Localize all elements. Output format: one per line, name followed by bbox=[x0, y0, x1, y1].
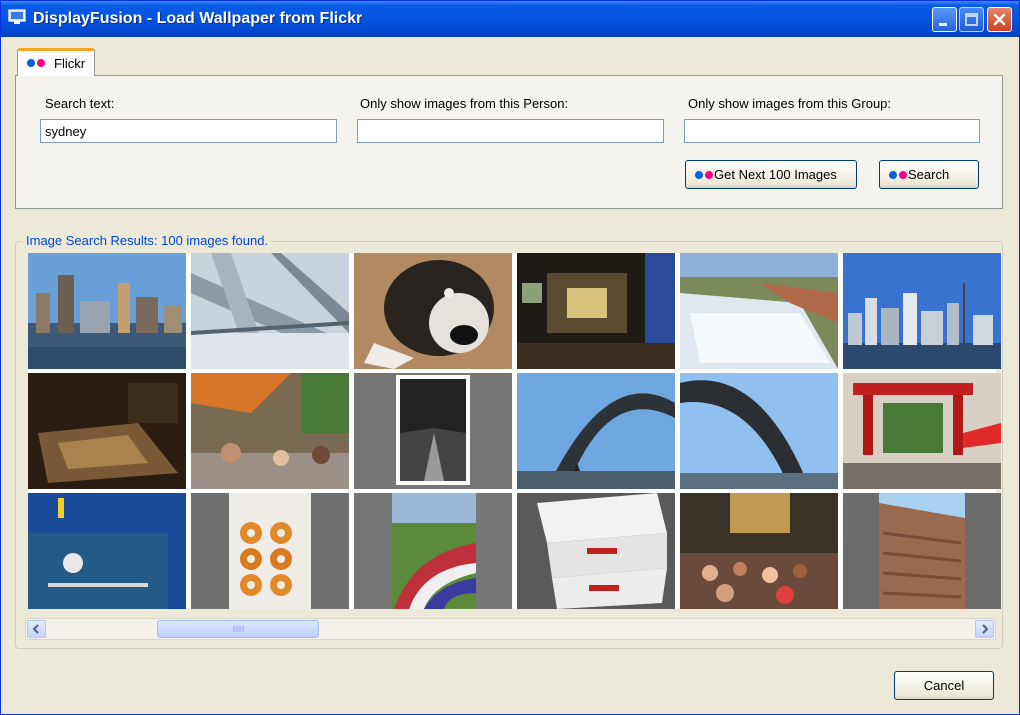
group-label: Only show images from this Group: bbox=[688, 96, 892, 111]
person-label: Only show images from this Person: bbox=[360, 96, 569, 111]
person-input[interactable] bbox=[357, 119, 664, 143]
window-title: DisplayFusion - Load Wallpaper from Flic… bbox=[33, 10, 363, 27]
flickr-logo-icon bbox=[695, 171, 713, 179]
image-thumbnail[interactable] bbox=[843, 493, 1001, 609]
minimize-button[interactable] bbox=[932, 7, 957, 32]
group-input[interactable] bbox=[684, 119, 980, 143]
arrow-right-icon bbox=[982, 624, 989, 634]
title-bar[interactable]: DisplayFusion - Load Wallpaper from Flic… bbox=[1, 1, 1019, 37]
close-icon bbox=[993, 13, 1006, 26]
maximize-icon bbox=[965, 13, 978, 26]
image-thumbnail[interactable] bbox=[843, 373, 1001, 489]
scroll-left-button[interactable] bbox=[27, 620, 46, 638]
search-button-label: Search bbox=[908, 167, 950, 182]
image-thumbnail[interactable] bbox=[517, 373, 675, 489]
close-button[interactable] bbox=[987, 7, 1012, 32]
image-thumbnail[interactable] bbox=[354, 493, 512, 609]
arrow-left-icon bbox=[32, 624, 39, 634]
image-thumbnail[interactable] bbox=[517, 493, 675, 609]
monitor-icon bbox=[8, 9, 26, 24]
image-grid bbox=[28, 253, 1001, 609]
cancel-button[interactable]: Cancel bbox=[894, 671, 994, 700]
dialog-window: DisplayFusion - Load Wallpaper from Flic… bbox=[0, 0, 1020, 715]
scroll-right-button[interactable] bbox=[975, 620, 994, 638]
grip-icon bbox=[233, 626, 244, 632]
search-text-input[interactable] bbox=[40, 119, 337, 143]
image-thumbnail[interactable] bbox=[28, 373, 186, 489]
image-thumbnail[interactable] bbox=[191, 253, 349, 369]
image-thumbnail[interactable] bbox=[517, 253, 675, 369]
image-thumbnail[interactable] bbox=[680, 493, 838, 609]
results-count-label: Image Search Results: 100 images found. bbox=[23, 233, 272, 248]
image-thumbnail[interactable] bbox=[354, 373, 512, 489]
image-thumbnail[interactable] bbox=[191, 373, 349, 489]
flickr-logo-icon bbox=[27, 59, 45, 67]
search-button[interactable]: Search bbox=[879, 160, 979, 189]
get-next-images-button[interactable]: Get Next 100 Images bbox=[685, 160, 857, 189]
image-thumbnail[interactable] bbox=[28, 493, 186, 609]
scrollbar-thumb[interactable] bbox=[157, 620, 319, 638]
tab-flickr[interactable]: Flickr bbox=[17, 48, 95, 76]
image-thumbnail[interactable] bbox=[354, 253, 512, 369]
image-thumbnail[interactable] bbox=[28, 253, 186, 369]
maximize-button[interactable] bbox=[959, 7, 984, 32]
tab-label: Flickr bbox=[54, 56, 86, 71]
search-text-label: Search text: bbox=[45, 96, 115, 111]
image-thumbnail[interactable] bbox=[680, 373, 838, 489]
image-thumbnail[interactable] bbox=[191, 493, 349, 609]
get-next-images-label: Get Next 100 Images bbox=[714, 167, 837, 182]
horizontal-scrollbar[interactable] bbox=[25, 618, 996, 640]
image-thumbnail[interactable] bbox=[680, 253, 838, 369]
minimize-icon bbox=[939, 23, 947, 26]
image-thumbnail[interactable] bbox=[843, 253, 1001, 369]
flickr-logo-icon bbox=[889, 171, 907, 179]
